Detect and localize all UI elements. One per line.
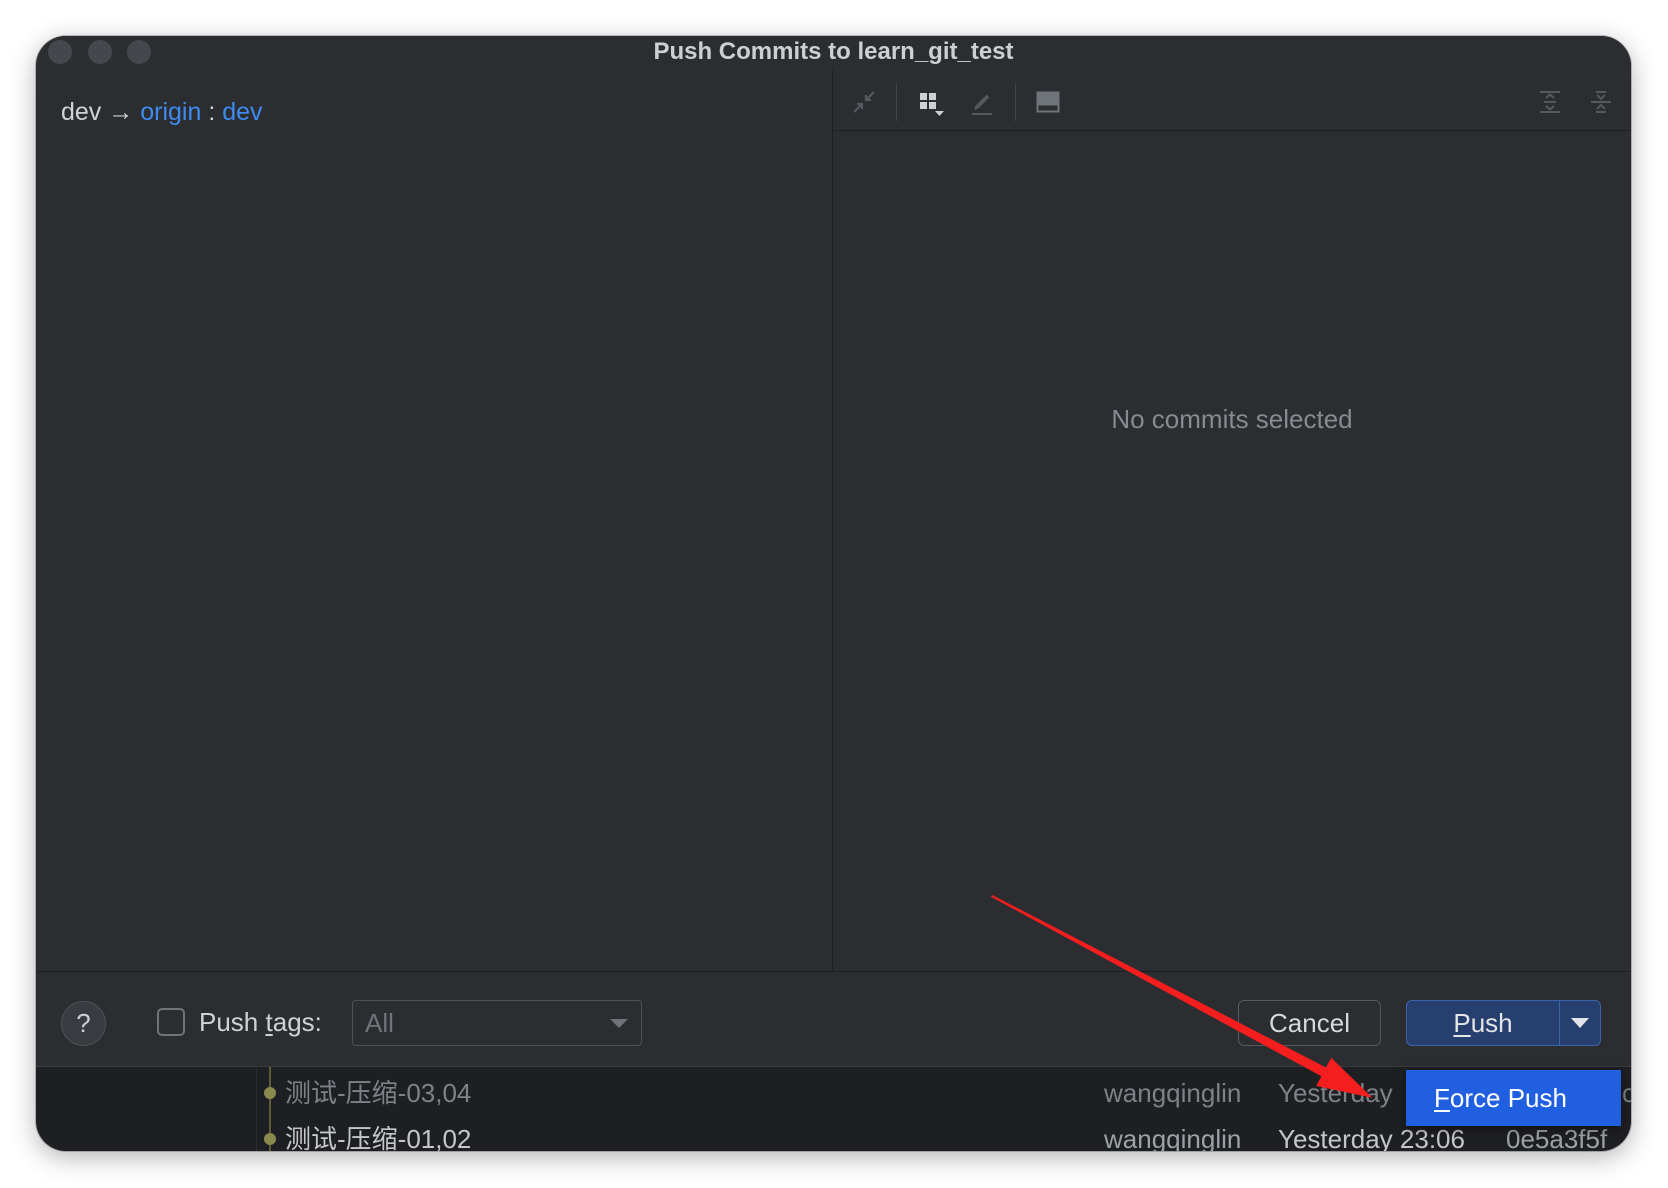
footer-divider (36, 971, 1631, 972)
commit-graph-node (264, 1087, 276, 1099)
remote-name-link[interactable]: origin (140, 98, 201, 126)
preview-panel-icon[interactable] (1034, 88, 1062, 116)
dialog-title: Push Commits to learn_git_test (653, 38, 1014, 65)
force-push-menu-item[interactable]: Force Push (1434, 1070, 1567, 1126)
mnemonic-letter: t (265, 1007, 273, 1037)
push-split-button: Push (1406, 1000, 1601, 1046)
push-tags-checkbox[interactable] (157, 1008, 185, 1036)
no-commits-message: No commits selected (1111, 404, 1353, 434)
push-tags-select-value: All (365, 1008, 394, 1038)
toolbar-separator (896, 83, 897, 121)
branch-target: dev → origin : dev (61, 97, 263, 127)
branch-separator: : (208, 98, 216, 126)
push-commits-dialog: Push Commits to learn_git_test dev → ori… (36, 36, 1631, 1067)
help-button[interactable]: ? (61, 1001, 106, 1046)
push-button[interactable]: Push (1407, 1001, 1559, 1045)
cancel-button[interactable]: Cancel (1238, 1000, 1381, 1046)
commit-message: 测试-压缩-03,04 (285, 1078, 472, 1108)
push-options-dropdown[interactable] (1560, 1001, 1600, 1045)
remote-branch-link[interactable]: dev (222, 98, 262, 126)
push-tags-label[interactable]: Push tags: (199, 1007, 322, 1037)
push-tags-select[interactable]: All (352, 1000, 642, 1046)
panel-divider[interactable] (832, 70, 833, 971)
edit-icon[interactable] (968, 88, 996, 116)
mnemonic-letter: F (1434, 1083, 1450, 1113)
commit-hash: c (1622, 1078, 1631, 1108)
commit-date: Yesterday (1278, 1078, 1393, 1108)
local-branch: dev (61, 98, 102, 126)
arrow-right-icon: → (108, 98, 134, 126)
expand-all-icon[interactable] (1536, 88, 1564, 116)
commit-date: Yesterday 23:06 (1278, 1124, 1465, 1151)
toolbar-divider (833, 130, 1631, 131)
commit-author: wangqinglin (1104, 1124, 1242, 1151)
commit-hash: 0e5a3f5f (1506, 1124, 1608, 1151)
push-options-menu: Force Push (1406, 1070, 1621, 1126)
chevron-down-icon (610, 1019, 628, 1028)
log-pane-divider (256, 1067, 257, 1151)
compress-icon[interactable] (850, 88, 878, 116)
collapse-all-icon[interactable] (1587, 88, 1615, 116)
mnemonic-letter: P (1453, 1008, 1471, 1038)
commit-graph-node (264, 1133, 276, 1145)
commit-message: 测试-压缩-01,02 (285, 1124, 472, 1151)
ide-window: Push Commits to learn_git_test dev → ori… (36, 36, 1631, 1151)
group-by-icon[interactable] (917, 88, 945, 116)
chevron-down-icon (1571, 1018, 1589, 1028)
commit-author: wangqinglin (1104, 1078, 1242, 1108)
toolbar-separator (1015, 83, 1016, 121)
